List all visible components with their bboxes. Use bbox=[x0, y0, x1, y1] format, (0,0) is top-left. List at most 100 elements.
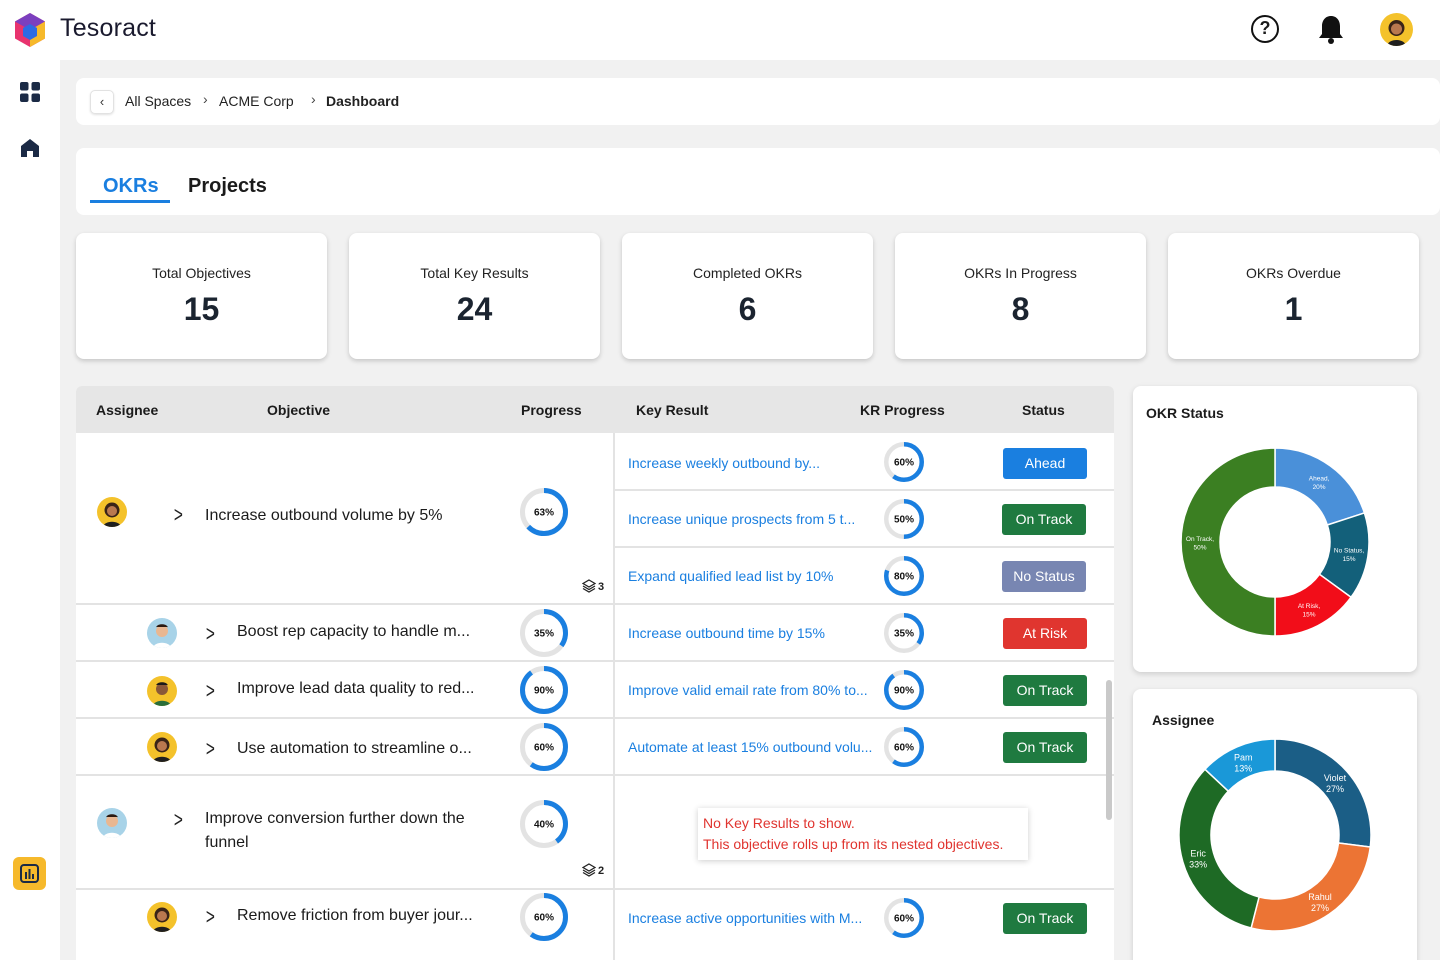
assignee-avatar[interactable] bbox=[97, 808, 127, 838]
slice-percent: 20% bbox=[1313, 484, 1326, 491]
row-divider bbox=[76, 717, 1114, 719]
expand-chevron-icon[interactable]: > bbox=[174, 502, 183, 528]
nested-objectives-icon bbox=[582, 863, 596, 877]
tab-projects[interactable]: Projects bbox=[188, 175, 267, 198]
objective-title[interactable]: Use automation to streamline o... bbox=[237, 737, 472, 761]
okr-status-panel: OKR Status Ahead, 20% No Status, 15% At Risk… bbox=[1133, 386, 1417, 672]
table-header: Assignee Objective Progress Key Result K… bbox=[76, 386, 1114, 433]
expand-chevron-icon[interactable]: > bbox=[206, 678, 215, 704]
stat-card-okrs-in-progress: OKRs In Progress 8 bbox=[895, 233, 1146, 359]
kr-progress-ring: 60% bbox=[884, 727, 924, 767]
objective-title[interactable]: Improve lead data quality to red... bbox=[237, 677, 474, 701]
assignee-avatar[interactable] bbox=[147, 902, 177, 932]
progress-ring: 35% bbox=[520, 609, 568, 657]
chevron-right-icon: › bbox=[311, 91, 316, 107]
kr-progress-ring: 90% bbox=[884, 670, 924, 710]
table-scrollbar[interactable] bbox=[1106, 680, 1112, 820]
key-result-link[interactable]: Improve valid email rate from 80% to... bbox=[628, 682, 868, 698]
tesoract-logo[interactable] bbox=[14, 12, 46, 48]
apps-grid-icon[interactable] bbox=[19, 81, 41, 103]
slice-label: No Status, bbox=[1334, 548, 1365, 555]
key-result-link[interactable]: Expand qualified lead list by 10% bbox=[628, 568, 833, 584]
no-key-results-message: No Key Results to show. This objective r… bbox=[698, 808, 1028, 860]
stat-card-okrs-overdue: OKRs Overdue 1 bbox=[1168, 233, 1419, 359]
column-divider bbox=[613, 433, 615, 960]
slice-percent: 13% bbox=[1234, 764, 1252, 774]
row-divider bbox=[76, 774, 1114, 776]
slice-label: On Track, bbox=[1186, 536, 1214, 543]
slice-label: Violet bbox=[1324, 773, 1347, 783]
active-tab-indicator bbox=[90, 200, 170, 203]
expand-chevron-icon[interactable]: > bbox=[174, 807, 183, 833]
home-icon[interactable] bbox=[19, 137, 41, 159]
ring-label: 60% bbox=[534, 743, 554, 754]
ring-label: 35% bbox=[534, 629, 554, 640]
ring-label: 40% bbox=[534, 820, 554, 831]
status-badge[interactable]: At Risk bbox=[1003, 618, 1087, 649]
key-result-link[interactable]: Increase weekly outbound by... bbox=[628, 455, 820, 471]
user-avatar[interactable] bbox=[1380, 13, 1413, 46]
back-button[interactable]: ‹ bbox=[90, 90, 114, 114]
column-header-kr-progress[interactable]: KR Progress bbox=[860, 402, 945, 418]
assignee-avatar[interactable] bbox=[147, 676, 177, 706]
expand-chevron-icon[interactable]: > bbox=[206, 904, 215, 930]
status-badge[interactable]: On Track bbox=[1002, 504, 1086, 535]
status-badge[interactable]: On Track bbox=[1003, 675, 1087, 706]
column-header-status[interactable]: Status bbox=[1022, 402, 1065, 418]
objective-title[interactable]: Increase outbound volume by 5% bbox=[205, 504, 442, 528]
analytics-icon[interactable] bbox=[13, 857, 46, 890]
stat-label: OKRs Overdue bbox=[1246, 265, 1341, 281]
column-header-objective[interactable]: Objective bbox=[267, 402, 330, 418]
objective-title[interactable]: Remove friction from buyer jour... bbox=[237, 904, 473, 928]
status-badge[interactable]: On Track bbox=[1003, 903, 1087, 934]
status-badge[interactable]: On Track bbox=[1003, 732, 1087, 763]
ring-label: 80% bbox=[894, 572, 914, 583]
no-key-results-line: No Key Results to show. bbox=[703, 815, 855, 831]
expand-chevron-icon[interactable]: > bbox=[206, 621, 215, 647]
ring-label: 63% bbox=[534, 508, 554, 519]
nested-objectives-count: 3 bbox=[598, 581, 605, 593]
key-result-link[interactable]: Increase unique prospects from 5 t... bbox=[628, 511, 855, 527]
tab-bar: OKRs Projects bbox=[76, 148, 1440, 215]
ring-label: 90% bbox=[894, 686, 914, 697]
okr-status-title: OKR Status bbox=[1146, 405, 1224, 421]
progress-ring: 60% bbox=[520, 893, 568, 941]
assignee-avatar[interactable] bbox=[147, 618, 177, 648]
column-header-assignee[interactable]: Assignee bbox=[96, 402, 158, 418]
row-divider bbox=[76, 660, 1114, 662]
stat-card-completed-okrs: Completed OKRs 6 bbox=[622, 233, 873, 359]
assignee-avatar[interactable] bbox=[97, 497, 127, 527]
key-result-link[interactable]: Automate at least 15% outbound volu... bbox=[628, 739, 872, 755]
notifications-bell-icon[interactable] bbox=[1318, 14, 1344, 44]
kr-progress-ring: 60% bbox=[884, 898, 924, 938]
kr-progress-ring: 60% bbox=[884, 442, 924, 482]
stat-value: 24 bbox=[456, 291, 493, 327]
assignee-avatar[interactable] bbox=[147, 732, 177, 762]
stat-value: 1 bbox=[1284, 291, 1303, 327]
ring-label: 60% bbox=[534, 913, 554, 924]
help-icon[interactable]: ? bbox=[1251, 15, 1279, 43]
column-header-progress[interactable]: Progress bbox=[521, 402, 582, 418]
okr-status-donut-chart[interactable]: Ahead,20%No Status,15%At Risk,15%On Trac… bbox=[1180, 447, 1370, 637]
chevron-right-icon: › bbox=[203, 91, 208, 107]
key-result-link[interactable]: Increase outbound time by 15% bbox=[628, 625, 825, 641]
column-header-key-result[interactable]: Key Result bbox=[636, 402, 708, 418]
breadcrumb-acme-corp[interactable]: ACME Corp bbox=[219, 93, 294, 109]
progress-ring: 40% bbox=[520, 800, 568, 848]
status-badge[interactable]: No Status bbox=[1002, 561, 1086, 592]
objective-title[interactable]: Improve conversion further down the funn… bbox=[205, 807, 505, 855]
objective-title[interactable]: Boost rep capacity to handle m... bbox=[237, 620, 470, 644]
assignee-donut-chart[interactable]: Violet27%Rahul27%Eric33%Pam13% bbox=[1178, 738, 1372, 932]
status-badge[interactable]: Ahead bbox=[1003, 448, 1087, 479]
kr-progress-ring: 50% bbox=[884, 499, 924, 539]
key-result-link[interactable]: Increase active opportunities with M... bbox=[628, 910, 862, 926]
slice-percent: 27% bbox=[1326, 784, 1344, 794]
ring-label: 35% bbox=[894, 629, 914, 640]
breadcrumb-all-spaces[interactable]: All Spaces bbox=[125, 93, 191, 109]
row-divider bbox=[614, 546, 1114, 548]
tab-okrs[interactable]: OKRs bbox=[103, 175, 159, 198]
expand-chevron-icon[interactable]: > bbox=[206, 736, 215, 762]
ring-label: 60% bbox=[894, 743, 914, 754]
kr-progress-ring: 80% bbox=[884, 556, 924, 596]
ring-label: 90% bbox=[534, 686, 554, 697]
